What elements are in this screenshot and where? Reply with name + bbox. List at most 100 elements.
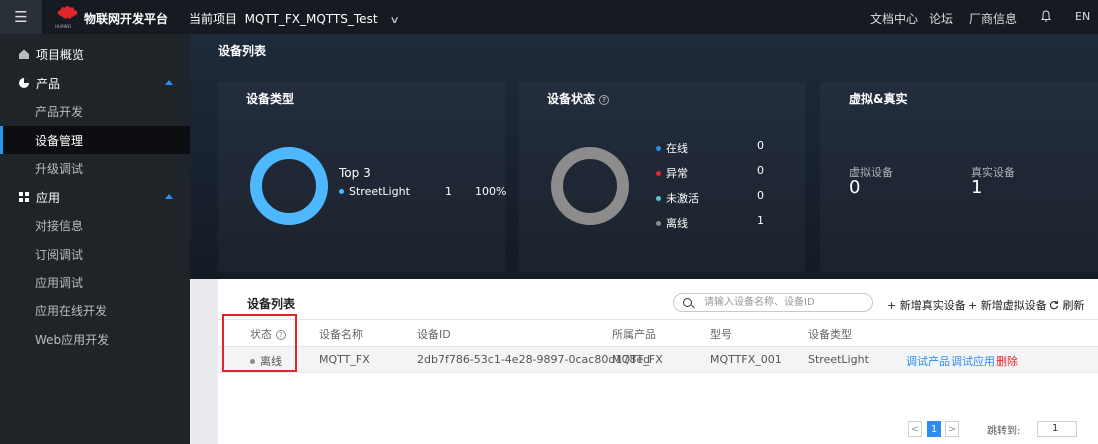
table-header: 状态? 设备名称 设备ID 所属产品 型号 设备类型 <box>218 319 1098 347</box>
sidebar-item-app-debug[interactable]: 应用调试 <box>0 268 190 296</box>
legend-count: 0 <box>757 139 764 152</box>
device-type-panel: 设备类型 Top 3 StreetLight 1 100% <box>218 82 507 272</box>
refresh-label: 刷新 <box>1062 299 1085 312</box>
sidebar-item-subscription-debug[interactable]: 订阅调试 <box>0 240 190 268</box>
legend-name: 离线 <box>666 217 688 230</box>
legend-name: 在线 <box>666 142 688 155</box>
menu-toggle-button[interactable]: ☰ <box>0 0 42 34</box>
page-1-button[interactable]: 1 <box>927 421 941 437</box>
legend-percent: 100% <box>475 185 507 198</box>
legend-dot <box>656 220 661 226</box>
product-icon <box>19 78 29 88</box>
product-cell: MQTT_FX <box>612 353 663 366</box>
sidebar-item-label: 项目概览 <box>36 47 85 62</box>
sidebar-item-label: 产品 <box>36 76 61 91</box>
device-type-title: 设备类型 <box>246 92 295 106</box>
sidebar-item-device-management[interactable]: 设备管理 <box>0 126 190 154</box>
column-header-type: 设备类型 <box>808 328 852 341</box>
prev-page-button[interactable]: < <box>908 421 922 437</box>
help-icon[interactable]: ? <box>599 94 610 105</box>
column-header-name: 设备名称 <box>319 328 363 341</box>
device-status-title: 设备状态? <box>547 90 610 107</box>
content-gutter <box>190 279 218 444</box>
annotation-highlight-box <box>222 314 297 372</box>
device-status-donut <box>551 147 629 225</box>
project-selector[interactable]: 当前项目 MQTT_FX_MQTTS_Test ∨ <box>189 10 401 27</box>
bell-icon[interactable] <box>1040 9 1052 23</box>
legend-dot <box>339 188 344 194</box>
sidebar-item-application[interactable]: 应用 <box>0 183 190 211</box>
home-icon <box>19 49 29 59</box>
column-header-model: 型号 <box>710 328 732 341</box>
page-title: 设备列表 <box>218 44 267 58</box>
nav-vendor-link[interactable]: 厂商信息 <box>969 10 1017 27</box>
jump-page-input[interactable]: 1 <box>1037 421 1077 437</box>
device-name-cell[interactable]: MQTT_FX <box>319 353 370 366</box>
sidebar-item-integration-info[interactable]: 对接信息 <box>0 211 190 239</box>
top-bar: ☰ HUAWEI 物联网开发平台 当前项目 MQTT_FX_MQTTS_Test… <box>0 0 1098 34</box>
grid-icon <box>19 192 29 202</box>
debug-app-link[interactable]: 调试应用 <box>951 353 995 369</box>
legend-item-offline: 离线 <box>656 215 688 231</box>
column-header-product: 所属产品 <box>612 328 656 341</box>
legend-count: 0 <box>757 189 764 202</box>
debug-product-link[interactable]: 调试产品 <box>906 353 950 369</box>
language-switch[interactable]: EN <box>1075 10 1090 23</box>
search-input[interactable] <box>704 296 864 309</box>
column-header-id: 设备ID <box>417 328 451 341</box>
platform-title[interactable]: 物联网开发平台 <box>84 10 168 27</box>
sidebar-item-upgrade-debug[interactable]: 升级调试 <box>0 154 190 182</box>
next-page-button[interactable]: > <box>945 421 959 437</box>
device-status-panel: 设备状态? 在线 0 异常 0 未激活 0 离线 1 <box>519 82 805 272</box>
refresh-button[interactable]: 刷新 <box>1049 297 1085 313</box>
model-cell: MQTTFX_001 <box>710 353 782 366</box>
nav-docs-link[interactable]: 文档中心 <box>870 10 918 27</box>
virtual-real-title: 虚拟&真实 <box>849 92 908 106</box>
legend-item-online: 在线 <box>656 140 688 156</box>
sidebar-item-overview[interactable]: 项目概览 <box>0 40 190 68</box>
refresh-icon <box>1049 300 1059 310</box>
table-row[interactable]: 离线 MQTT_FX 2db7f786-53c1-4e28-9897-0cac8… <box>218 347 1098 373</box>
sidebar-item-label: 应用 <box>36 190 61 205</box>
real-device-count: 1 <box>971 177 983 198</box>
legend-count: 1 <box>757 214 764 227</box>
legend-name: 异常 <box>666 167 688 180</box>
sidebar-item-product[interactable]: 产品 <box>0 69 190 97</box>
device-list-card: 设备列表 + 新增真实设备 + 新增虚拟设备 刷新 状态? 设备名称 设备ID … <box>218 279 1098 444</box>
sidebar-item-web-dev[interactable]: Web应用开发 <box>0 325 190 353</box>
legend-count: 0 <box>757 164 764 177</box>
caret-up-icon <box>165 194 173 199</box>
delete-link[interactable]: 删除 <box>996 353 1018 369</box>
top3-label: Top 3 <box>339 166 371 180</box>
jump-label: 跳转到: <box>987 425 1021 437</box>
logo-text: HUAWEI <box>55 24 72 29</box>
legend-name: 未激活 <box>666 192 699 205</box>
virtual-device-count: 0 <box>849 177 861 198</box>
legend-item: StreetLight <box>339 185 410 198</box>
sidebar: 项目概览 产品 产品开发 设备管理 升级调试 应用 对接信息 订阅调试 应用调试… <box>0 34 190 444</box>
sidebar-item-online-dev[interactable]: 应用在线开发 <box>0 296 190 324</box>
device-status-title-text: 设备状态 <box>547 92 596 106</box>
legend-name: StreetLight <box>349 185 410 198</box>
stats-hero: 设备列表 设备类型 Top 3 StreetLight 1 100% 设备状态?… <box>190 34 1098 279</box>
legend-dot <box>656 195 661 201</box>
search-icon[interactable] <box>683 298 692 307</box>
nav-forum-link[interactable]: 论坛 <box>929 10 953 27</box>
device-list-title: 设备列表 <box>247 297 296 311</box>
legend-dot <box>656 145 661 151</box>
search-box[interactable] <box>673 293 873 312</box>
chevron-down-icon: ∨ <box>389 15 401 26</box>
add-virtual-device-button[interactable]: + 新增虚拟设备 <box>968 297 1047 313</box>
sidebar-item-product-dev[interactable]: 产品开发 <box>0 97 190 125</box>
device-type-cell: StreetLight <box>808 353 869 366</box>
legend-count: 1 <box>445 185 452 198</box>
caret-up-icon <box>165 80 173 85</box>
virtual-real-panel: 虚拟&真实 虚拟设备 0 真实设备 1 <box>820 82 1098 272</box>
add-real-device-button[interactable]: + 新增真实设备 <box>887 297 966 313</box>
project-name: MQTT_FX_MQTTS_Test <box>244 12 378 26</box>
legend-item-inactive: 未激活 <box>656 190 699 206</box>
project-label: 当前项目 <box>189 12 238 26</box>
legend-dot <box>656 170 661 176</box>
device-type-donut <box>250 147 328 225</box>
legend-item-abnormal: 异常 <box>656 165 688 181</box>
